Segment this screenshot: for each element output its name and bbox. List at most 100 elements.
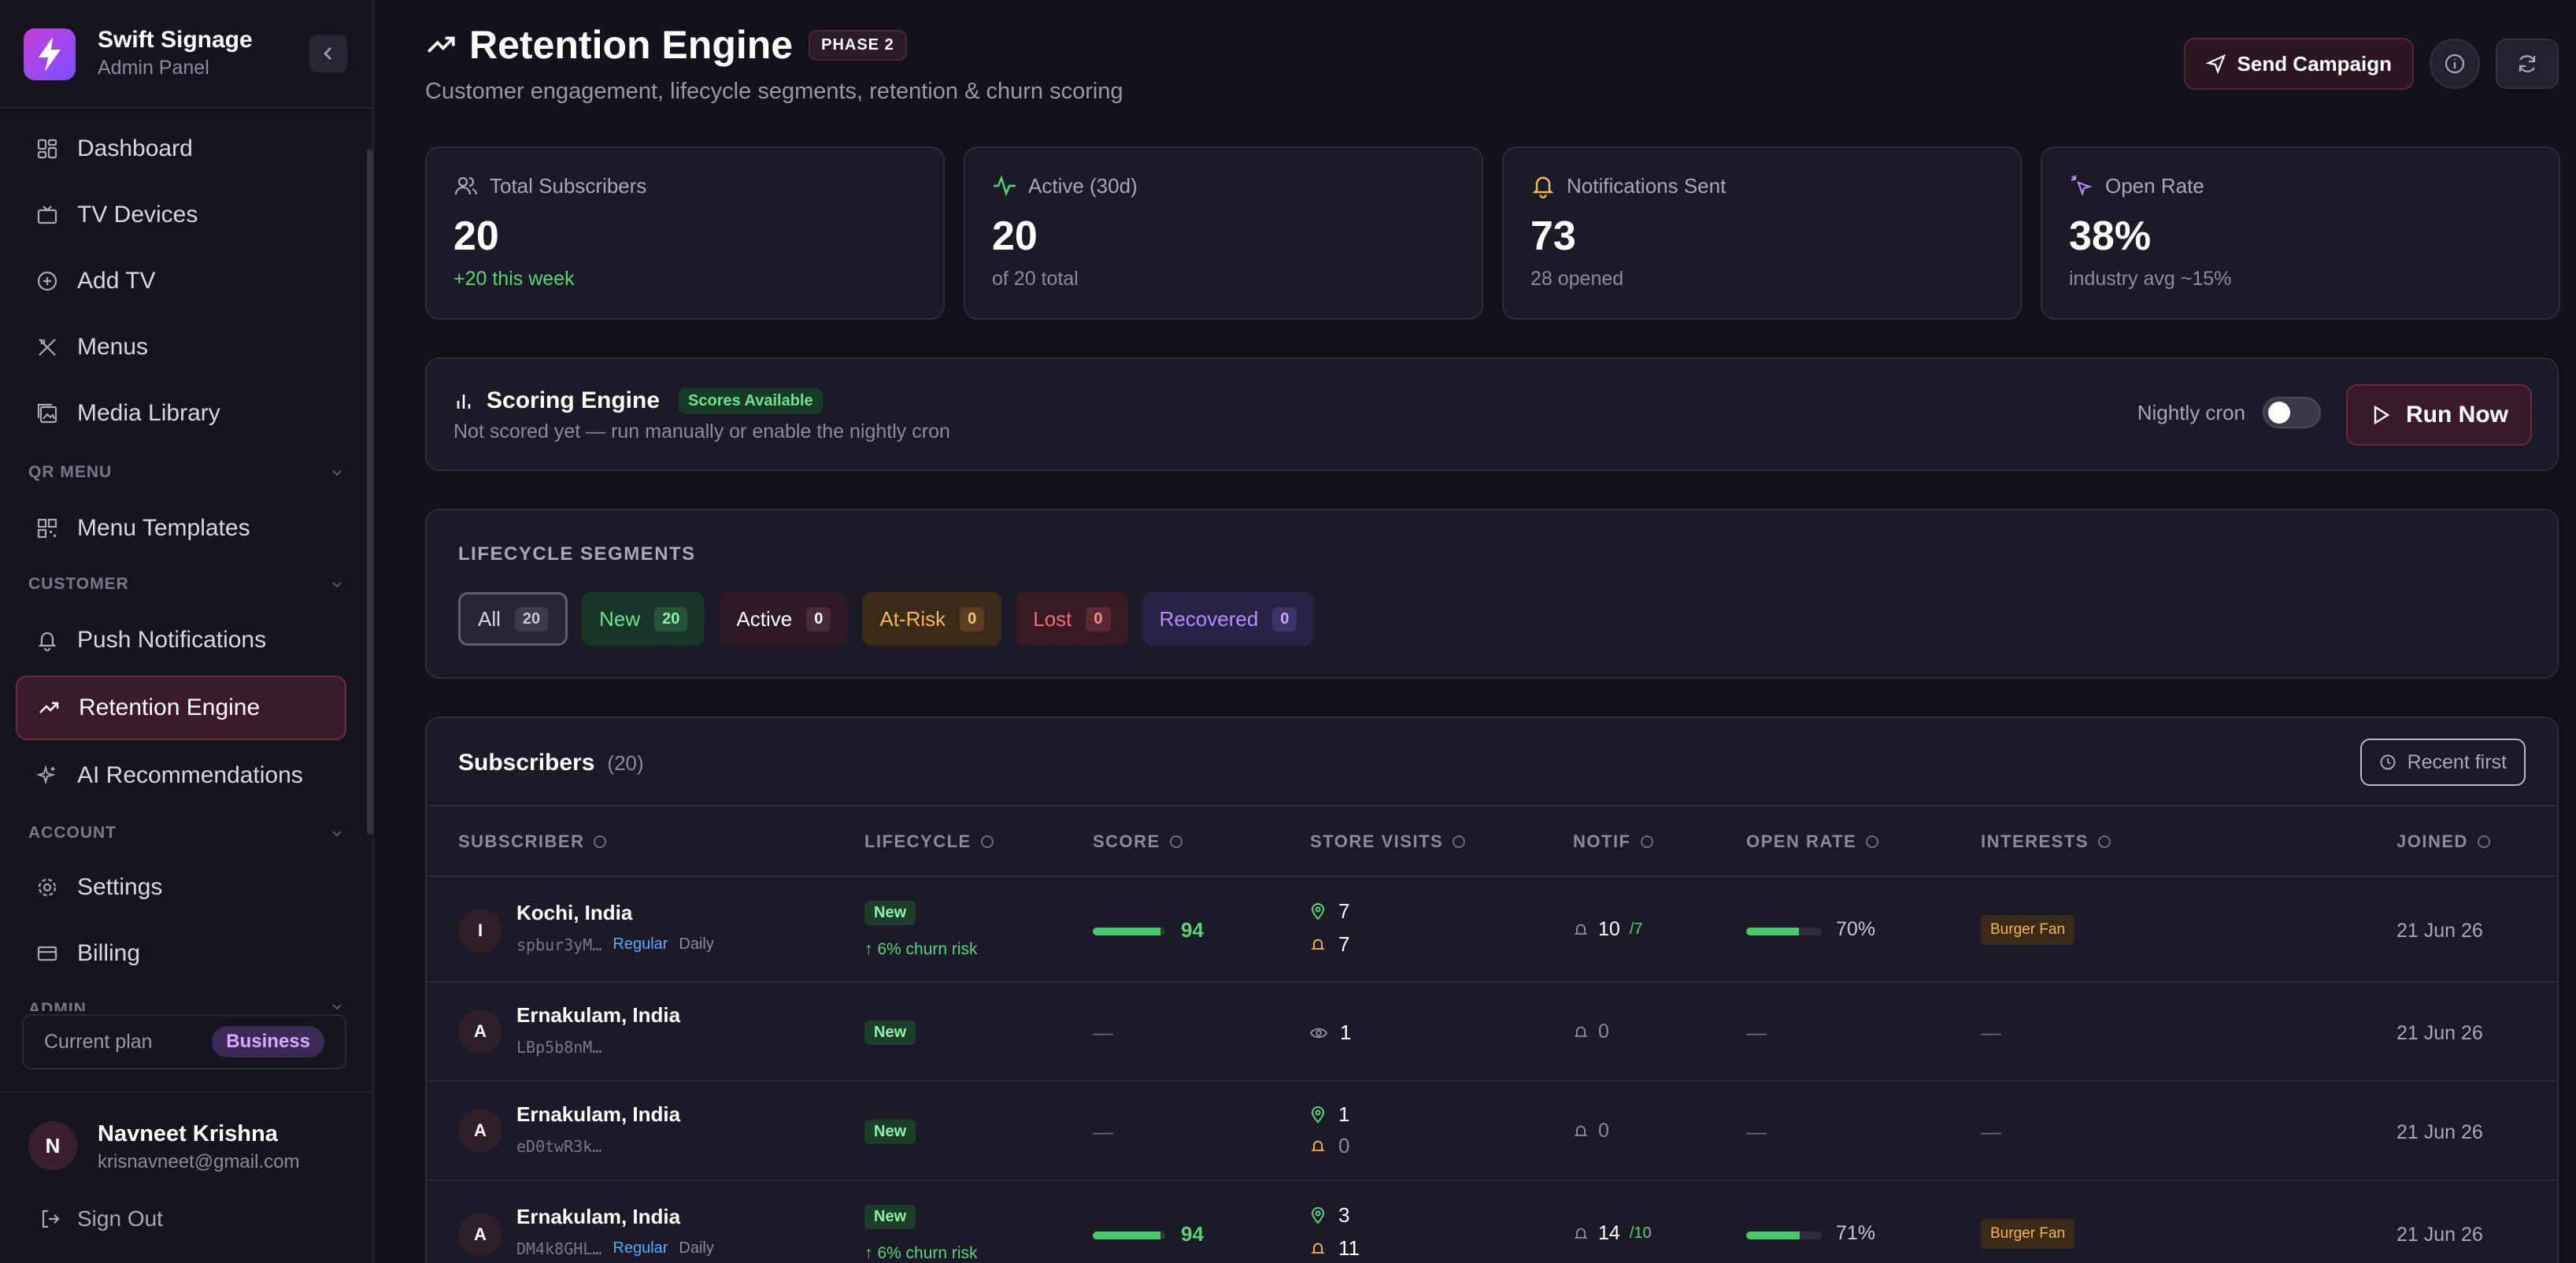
nightly-cron-toggle[interactable] — [2263, 397, 2321, 428]
segment-count: 0 — [806, 606, 831, 632]
page-header: Retention Engine PHASE 2 — [425, 22, 907, 68]
table-divider — [427, 805, 2557, 806]
bar-chart-icon — [457, 394, 471, 409]
section-account[interactable]: ACCOUNT — [28, 824, 343, 843]
segment-all[interactable]: All 20 — [458, 592, 568, 646]
stat-head: Active (30d) — [992, 173, 1138, 198]
sidebar-item-label: AI Recommendations — [77, 762, 303, 788]
page-title: Retention Engine — [469, 23, 794, 67]
section-customer[interactable]: CUSTOMER — [28, 575, 343, 594]
visits-notif: 11 — [1310, 1236, 1360, 1261]
stat-value: 20 — [992, 213, 1038, 259]
info-button[interactable] — [2430, 39, 2480, 89]
score-value: 94 — [1181, 1222, 1204, 1246]
sidebar-item-label: Dashboard — [77, 135, 193, 161]
sidebar-item-billing[interactable]: Billing — [16, 921, 346, 986]
sidebar-divider — [0, 107, 374, 109]
open-rate-bar-fill — [1746, 928, 1800, 935]
score-empty: — — [1093, 1120, 1113, 1143]
subscriber-id: spbur3yM… — [516, 935, 602, 954]
section-label: CUSTOMER — [28, 575, 129, 593]
column-subscriber[interactable]: SUBSCRIBER — [458, 832, 606, 852]
sidebar-item-ai-recommendations[interactable]: AI Recommendations — [16, 743, 346, 808]
score-bar-fill — [1093, 1232, 1161, 1239]
notif-sent: 14 — [1598, 1222, 1620, 1244]
bell-icon — [1311, 939, 1325, 950]
column-notif[interactable]: NOTIF — [1573, 832, 1653, 852]
segment-recovered[interactable]: Recovered 0 — [1142, 592, 1315, 646]
sidebar-item-dashboard[interactable]: Dashboard — [16, 117, 346, 181]
stat-card-active: Active (30d) 20 of 20 total — [964, 146, 1483, 320]
sign-out-button[interactable]: Sign Out — [39, 1206, 163, 1232]
column-interests[interactable]: INTERESTS — [1981, 832, 2111, 852]
segment-label: Lost — [1033, 606, 1072, 631]
subscriber-id: DM4k8GHL… — [516, 1239, 602, 1258]
table-row[interactable]: A Ernakulam, India DM4k8GHL… Regular Dai… — [427, 1180, 2557, 1263]
sidebar-item-settings[interactable]: Settings — [16, 855, 346, 920]
sidebar-item-label: Settings — [77, 874, 163, 900]
segments-title: LIFECYCLE SEGMENTS — [458, 543, 696, 565]
sort-recent-button[interactable]: Recent first — [2359, 739, 2526, 786]
clock-icon — [2380, 754, 2396, 770]
column-lifecycle[interactable]: LIFECYCLE — [864, 832, 994, 852]
section-admin[interactable]: ADMIN — [28, 1000, 343, 1011]
subscriber-meta: LBp5b8nM… — [516, 1038, 601, 1057]
send-campaign-button[interactable]: Send Campaign — [2183, 38, 2414, 90]
table-row[interactable]: A Ernakulam, India LBp5b8nM… New — 1 0 —… — [427, 981, 2557, 1080]
sidebar-item-add-tv[interactable]: Add TV — [16, 249, 346, 313]
subscriber-meta: spbur3yM… Regular Daily — [516, 935, 714, 954]
send-campaign-label: Send Campaign — [2237, 51, 2392, 76]
table-row[interactable]: I Kochi, India spbur3yM… Regular Daily N… — [427, 876, 2557, 981]
sidebar-item-menus[interactable]: Menus — [16, 315, 346, 380]
column-open-rate[interactable]: OPEN RATE — [1746, 832, 1878, 852]
table-row[interactable]: A Ernakulam, India eD0twR3k… New — 1 0 0… — [427, 1080, 2557, 1180]
run-now-button[interactable]: Run Now — [2346, 384, 2532, 446]
sidebar-item-retention-engine[interactable]: Retention Engine — [16, 676, 346, 740]
refresh-icon — [2519, 55, 2536, 72]
column-joined[interactable]: JOINED — [2396, 832, 2490, 852]
segment-lost[interactable]: Lost 0 — [1016, 592, 1128, 646]
segment-label: Recovered — [1159, 606, 1259, 631]
notif-sent: 0 — [1598, 1020, 1609, 1043]
scoring-description: Not scored yet — run manually or enable … — [453, 420, 950, 443]
subscriber-tag: Regular — [613, 935, 668, 953]
header-actions: Send Campaign — [2183, 38, 2559, 90]
segment-new[interactable]: New 20 — [582, 592, 705, 646]
segment-count: 20 — [514, 606, 549, 632]
column-store-visits[interactable]: STORE VISITS — [1310, 832, 1465, 852]
avatar[interactable]: N — [28, 1121, 77, 1170]
sidebar-item-menu-templates[interactable]: Menu Templates — [16, 496, 346, 561]
visits-count: 3 — [1338, 1203, 1350, 1227]
sidebar-item-media-library[interactable]: Media Library — [16, 381, 346, 446]
subscribers-count: (20) — [607, 751, 644, 775]
churn-risk: ↑ 6% churn risk — [864, 940, 978, 958]
sidebar-item-tv-devices[interactable]: TV Devices — [16, 183, 346, 247]
sidebar-item-label: Push Notifications — [77, 627, 267, 653]
info-icon — [2445, 54, 2465, 74]
segment-at-risk[interactable]: At-Risk 0 — [862, 592, 1002, 646]
section-qr-menu[interactable]: QR MENU — [28, 463, 343, 482]
sidebar-item-label: Menus — [77, 334, 149, 360]
images-icon — [33, 399, 61, 428]
stat-label: Notifications Sent — [1567, 173, 1727, 198]
refresh-button[interactable] — [2496, 39, 2559, 89]
subscribers-panel: Subscribers (20) Recent first SUBSCRIBER… — [425, 717, 2559, 1263]
bell-icon — [1574, 1228, 1588, 1239]
stat-label: Active (30d) — [1028, 173, 1138, 198]
segment-count: 0 — [960, 606, 985, 632]
stat-value: 73 — [1530, 213, 1576, 259]
plus-circle-icon — [33, 267, 61, 295]
subscriber-location: Ernakulam, India — [516, 1205, 681, 1228]
sidebar-scrollbar[interactable] — [367, 150, 373, 835]
segment-active[interactable]: Active 0 — [719, 592, 849, 646]
column-score[interactable]: SCORE — [1093, 832, 1183, 852]
sidebar-item-push-notifications[interactable]: Push Notifications — [16, 608, 346, 672]
subscriber-location: Kochi, India — [516, 901, 633, 924]
qr-code-icon — [33, 514, 61, 543]
avatar: A — [458, 1213, 502, 1257]
section-label: QR MENU — [28, 463, 113, 481]
collapse-sidebar-button[interactable] — [309, 35, 347, 72]
lifecycle-badge: New — [864, 1020, 916, 1045]
section-label: ADMIN — [28, 1000, 87, 1011]
segment-count: 0 — [1272, 606, 1297, 632]
